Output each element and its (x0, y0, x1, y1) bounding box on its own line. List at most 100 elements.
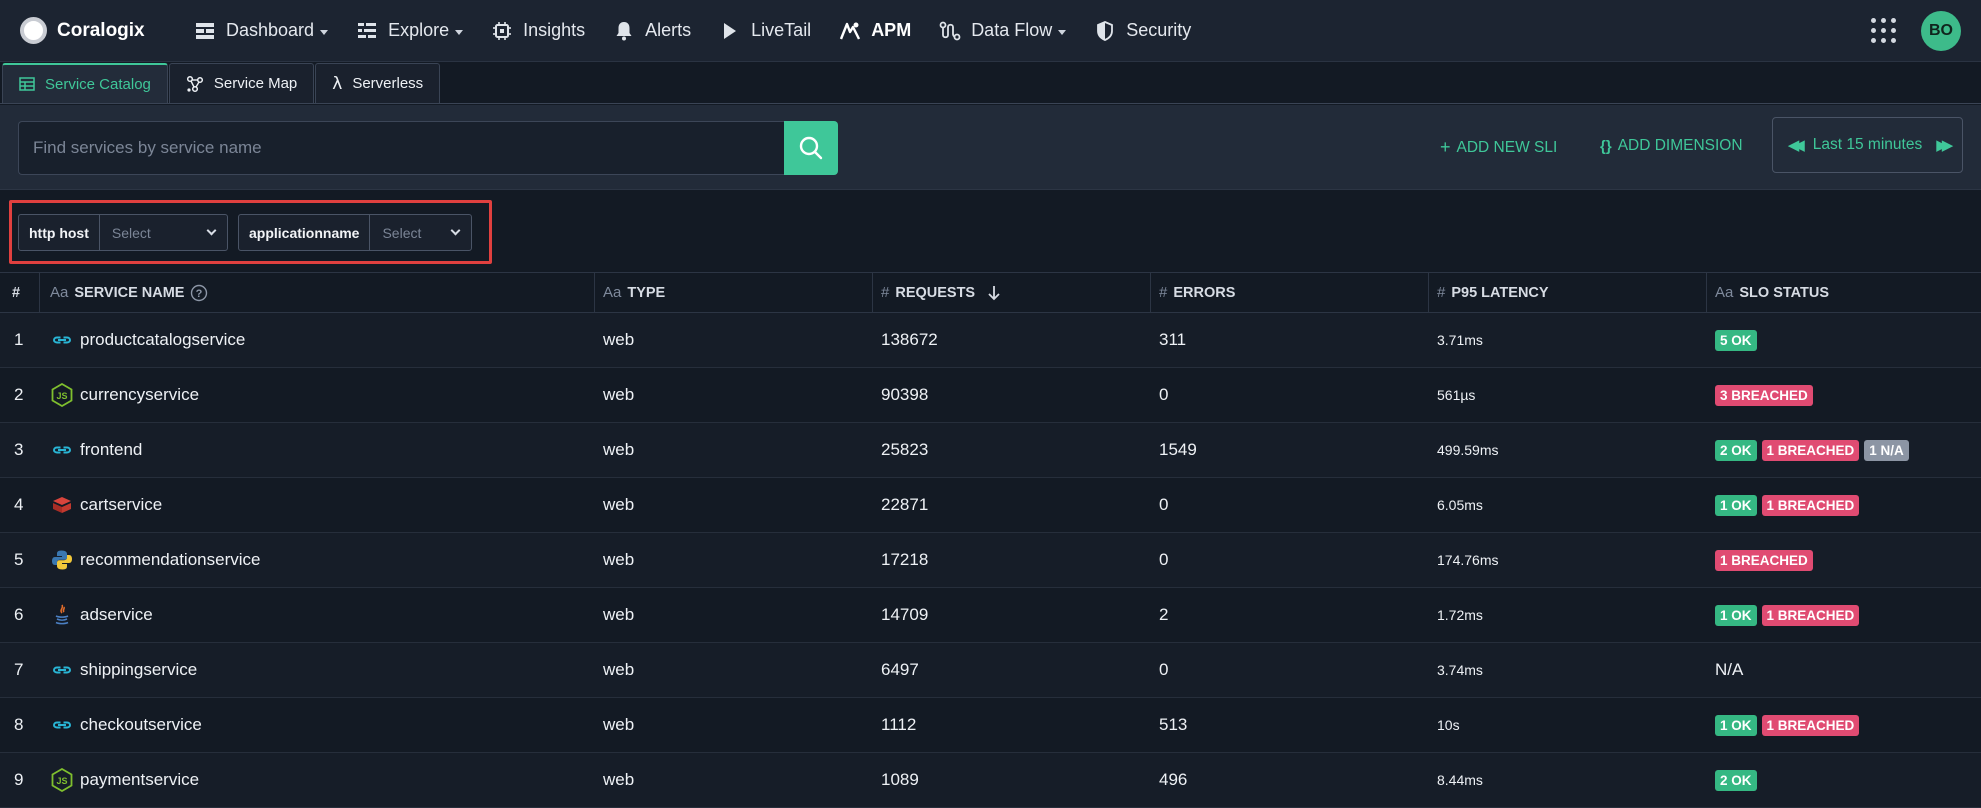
table-row[interactable]: 1 productcatalogservice web 138672 311 3.71ms… (0, 313, 1981, 368)
service-name[interactable]: checkoutservice (80, 715, 202, 735)
nav-item-label: Insights (523, 20, 586, 40)
nav-item-label: Security (1126, 20, 1192, 40)
apm-icon (839, 20, 861, 42)
table-row[interactable]: 5 recommendationservice web 17218 0 174.76ms 1… (0, 533, 1981, 588)
table-row[interactable]: 3 frontend web 25823 1549 499.59ms 2 OK 1 BREAC… (0, 423, 1981, 478)
tab-service-map[interactable]: Service Map (168, 63, 315, 103)
search-button[interactable] (784, 121, 838, 175)
add-dimension-button[interactable]: {} ADD DIMENSION (1600, 137, 1743, 155)
logo[interactable]: Coralogix (20, 17, 180, 44)
nav-item-security[interactable]: Security (1080, 0, 1205, 62)
dotnet-icon (50, 493, 74, 517)
p95-latency-value: 8.44ms (1437, 772, 1483, 788)
service-name-cell[interactable]: productcatalogservice (40, 313, 595, 368)
table-row[interactable]: 6 adservice web 14709 2 1.72ms 1 OK 1 BREACHED (0, 588, 1981, 643)
row-number: 2 (14, 385, 24, 404)
top-navigation: Coralogix Dashboard Explore Insights Alerts… (0, 0, 1981, 62)
slo-ok-badge: 2 OK (1715, 769, 1757, 791)
slo-status-text: N/A (1715, 660, 1744, 679)
table-row[interactable]: 8 checkoutservice web 1112 513 10s 1 OK 1 BREAC… (0, 698, 1981, 753)
row-number: 5 (14, 550, 24, 569)
nav-item-label: Dashboard (226, 20, 315, 40)
column-header-p95-latency[interactable]: # P95 LATENCY (1429, 272, 1707, 313)
nav-item-explore[interactable]: Explore (342, 0, 477, 62)
nav-item-label: LiveTail (751, 20, 812, 40)
requests-value: 25823 (881, 440, 929, 459)
errors-value: 0 (1159, 550, 1169, 569)
nav-item-insights[interactable]: Insights (477, 0, 599, 62)
tab-service-catalog[interactable]: Service Catalog (2, 63, 168, 103)
slo-breached-badge: 1 BREACHED (1761, 494, 1860, 516)
tab-serverless[interactable]: λ Serverless (315, 63, 441, 103)
nav-item-livetail[interactable]: LiveTail (705, 0, 825, 62)
plus-icon: + (1440, 137, 1451, 157)
service-name[interactable]: shippingservice (80, 660, 197, 680)
requests-value: 1112 (881, 715, 917, 734)
row-number: 3 (14, 440, 24, 459)
nav-item-data-flow[interactable]: Data Flow (925, 0, 1080, 62)
nav-item-label: Explore (388, 20, 450, 40)
slo-status-cell: 1 OK 1 BREACHED (1707, 698, 1981, 753)
filter-applicationname-select[interactable]: Select (370, 215, 471, 250)
requests-value: 138672 (881, 330, 938, 349)
help-icon[interactable]: ? (190, 284, 208, 302)
svg-text:JS: JS (56, 391, 67, 401)
errors-value: 496 (1159, 770, 1188, 789)
service-name[interactable]: cartservice (80, 495, 162, 515)
column-header-errors[interactable]: # ERRORS (1151, 272, 1429, 313)
service-type: web (603, 385, 635, 404)
nav-item-dashboard[interactable]: Dashboard (180, 0, 342, 62)
insights-icon (491, 20, 513, 42)
p95-latency-value: 1.72ms (1437, 607, 1483, 623)
logo-text: Coralogix (57, 19, 145, 41)
row-number: 1 (14, 330, 24, 349)
service-name-cell[interactable]: shippingservice (40, 643, 595, 698)
go-icon (50, 713, 74, 737)
service-name[interactable]: adservice (80, 605, 153, 625)
time-range-picker[interactable]: ◀◀ Last 15 minutes ▶▶ (1772, 117, 1963, 173)
service-name[interactable]: recommendationservice (80, 550, 260, 570)
graph-icon (186, 75, 204, 93)
search-input[interactable] (18, 121, 784, 175)
fast-forward-icon[interactable]: ▶▶ (1936, 136, 1953, 154)
row-number: 8 (14, 715, 24, 734)
service-name[interactable]: paymentservice (80, 770, 199, 790)
filter-http-host-select[interactable]: Select (100, 215, 227, 250)
tab-label: Serverless (352, 75, 424, 92)
column-header-slo-status[interactable]: Aa SLO STATUS (1707, 272, 1981, 313)
go-icon (50, 658, 74, 682)
svg-text:JS: JS (56, 776, 67, 786)
service-name-cell[interactable]: frontend (40, 423, 595, 478)
errors-value: 513 (1159, 715, 1188, 734)
service-name[interactable]: currencyservice (80, 385, 199, 405)
table-row[interactable]: 7 shippingservice web 6497 0 3.74ms N/A (0, 643, 1981, 698)
add-new-sli-button[interactable]: + ADD NEW SLI (1440, 137, 1557, 158)
table-row[interactable]: 9 JS paymentservice web 1089 496 8.44ms 2 OK (0, 753, 1981, 808)
sort-down-icon[interactable] (985, 284, 1003, 302)
slo-status-cell: 2 OK 1 BREACHED 1 N/A (1707, 423, 1981, 478)
slo-status-cell: 1 BREACHED (1707, 533, 1981, 588)
service-name-cell[interactable]: checkoutservice (40, 698, 595, 753)
service-name-cell[interactable]: adservice (40, 588, 595, 643)
avatar[interactable]: BO (1921, 11, 1961, 51)
service-name-cell[interactable]: recommendationservice (40, 533, 595, 588)
rewind-icon[interactable]: ◀◀ (1788, 136, 1805, 154)
service-name-cell[interactable]: JS paymentservice (40, 753, 595, 808)
nav-item-apm[interactable]: APM (825, 0, 925, 62)
p95-latency-value: 174.76ms (1437, 552, 1499, 568)
nav-item-alerts[interactable]: Alerts (599, 0, 705, 62)
filter-applicationname: applicationname Select (238, 214, 472, 251)
filter-label: applicationname (239, 215, 371, 250)
table-row[interactable]: 4 cartservice web 22871 0 6.05ms 1 OK 1 BREACHE… (0, 478, 1981, 533)
service-name-cell[interactable]: cartservice (40, 478, 595, 533)
requests-value: 6497 (881, 660, 919, 679)
service-name[interactable]: frontend (80, 440, 142, 460)
column-header-service-name[interactable]: Aa SERVICE NAME ? (40, 272, 595, 313)
column-header-type[interactable]: Aa TYPE (595, 272, 873, 313)
table-row[interactable]: 2 JS currencyservice web 90398 0 561µs 3 BREACH… (0, 368, 1981, 423)
errors-value: 0 (1159, 385, 1169, 404)
service-name-cell[interactable]: JS currencyservice (40, 368, 595, 423)
service-name[interactable]: productcatalogservice (80, 330, 245, 350)
column-header-requests[interactable]: # REQUESTS (873, 272, 1151, 313)
apps-grid-icon[interactable] (1871, 18, 1897, 44)
